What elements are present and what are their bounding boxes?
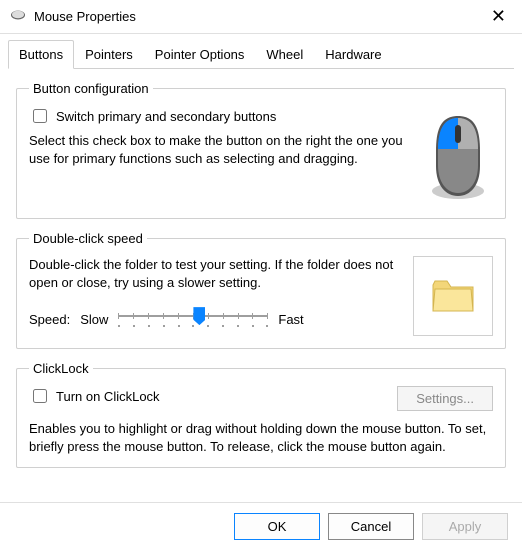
speed-slider[interactable] — [118, 305, 268, 333]
apply-button: Apply — [422, 513, 508, 540]
switch-buttons-label: Switch primary and secondary buttons — [56, 109, 276, 124]
tab-content: Button configuration Switch primary and … — [8, 68, 514, 488]
dialog-button-bar: OK Cancel Apply — [0, 502, 522, 550]
tab-pointer-options[interactable]: Pointer Options — [144, 40, 256, 69]
tab-wheel[interactable]: Wheel — [255, 40, 314, 69]
window-title: Mouse Properties — [34, 9, 485, 24]
tab-pointers[interactable]: Pointers — [74, 40, 144, 69]
folder-icon — [431, 277, 475, 315]
tab-hardware[interactable]: Hardware — [314, 40, 392, 69]
clicklock-settings-button: Settings... — [397, 386, 493, 411]
clicklock-group: ClickLock Turn on ClickLock Settings... … — [16, 361, 506, 468]
double-click-description: Double-click the folder to test your set… — [29, 256, 401, 291]
switch-buttons-input[interactable] — [33, 109, 47, 123]
mouse-illustration — [423, 106, 493, 206]
double-click-legend: Double-click speed — [29, 231, 147, 246]
slow-label: Slow — [80, 312, 108, 327]
clicklock-legend: ClickLock — [29, 361, 93, 376]
title-bar: Mouse Properties ✕ — [0, 0, 522, 34]
button-configuration-group: Button configuration Switch primary and … — [16, 81, 506, 219]
button-config-legend: Button configuration — [29, 81, 153, 96]
tab-strip: Buttons Pointers Pointer Options Wheel H… — [0, 34, 522, 69]
ok-button[interactable]: OK — [234, 513, 320, 540]
clicklock-label: Turn on ClickLock — [56, 389, 160, 404]
clicklock-description: Enables you to highlight or drag without… — [29, 420, 493, 455]
clicklock-checkbox[interactable]: Turn on ClickLock — [29, 386, 160, 406]
clicklock-input[interactable] — [33, 389, 47, 403]
double-click-speed-group: Double-click speed Double-click the fold… — [16, 231, 506, 349]
slider-thumb[interactable] — [193, 307, 205, 325]
switch-buttons-checkbox[interactable]: Switch primary and secondary buttons — [29, 106, 411, 126]
close-icon[interactable]: ✕ — [485, 6, 512, 27]
button-config-description: Select this check box to make the button… — [29, 132, 411, 167]
folder-test-area[interactable] — [413, 256, 493, 336]
mouse-icon — [10, 9, 26, 24]
speed-label: Speed: — [29, 312, 70, 327]
tab-buttons[interactable]: Buttons — [8, 40, 74, 69]
fast-label: Fast — [278, 312, 303, 327]
cancel-button[interactable]: Cancel — [328, 513, 414, 540]
